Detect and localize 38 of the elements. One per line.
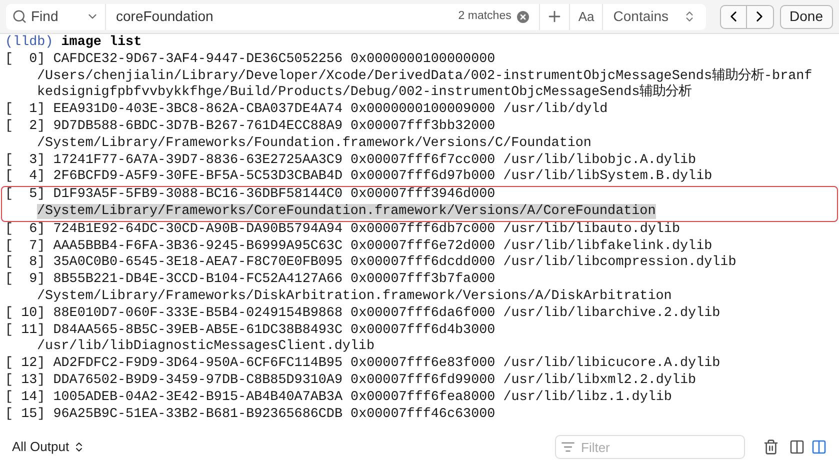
console-line: [ 3] 17241F77-6A7A-39D7-8836-63E2725AA3C9 0x00007fff6f7cc000 /usr/lib/libobjc.A.dylib [5,152,698,169]
console-line: [ 9] 8B55B221-DB4E-3CCD-B104-FC52A4127A66 0x00007fff3b7fa000 [5,272,496,289]
console-line: [ 8] 35A0C0B0-6545-3E18-AEA7-F8C70E0FB095 0x00007fff6dcdd000 /usr/lib/libcompression.dylib [5,255,738,272]
match-type-dropdown[interactable]: Contains [602,4,706,30]
done-button[interactable]: Done [780,4,833,28]
console-line: [ 5] D1F93A5F-5FB9-3088-BC16-36DBF58144C0 0x00007fff3946d000 [5,187,496,204]
console-line: [ 6] 724B1E92-64DC-30CD-A90B-DA90B5794A94 0x00007fff6db7c000 /usr/lib/libauto.dylib [5,222,681,239]
clear-icon[interactable] [515,8,532,24]
console-line: [ 12] AD2FDFC2-F9D9-3D64-950A-6CF6FC114B95 0x00007fff6e83f000 /usr/lib/libicucore.A.dylib [5,356,722,373]
filter-field[interactable]: Filter [555,435,745,459]
console-prompt: (lldb) [5,35,54,50]
console-line: kedsignigfpbfvvbykkfhge/Build/Products/Debug/002-instrumentObjcMessageSends辅助分析 [37,85,692,100]
console-line: [ 11] D84AA565-8B5C-39EB-AB5E-61DC38B8493C 0x00007fff6d4b3000 [5,322,496,339]
filter-icon [561,440,575,454]
match-count: 2 matches [458,8,512,24]
console-line: [ 10] 88E010D7-060F-333E-B5B4-0249154B9868 0x00007fff6da6f000 /usr/lib/libarchive.2.dylib [5,306,722,323]
console-line: /System/Library/Frameworks/DiskArbitration.framework/Versions/A/DiskArbitration [37,288,672,304]
console-line: [ 4] 2F6BCFD9-A5F9-30FE-BF5A-5C53D3CBAB4D 0x00007fff6d97b000 /usr/lib/libSystem.B.dylib [5,169,714,186]
console-line: [ 0] CAFDCE32-9D67-3AF4-9447-DE36C5052256 0x0000000100000000 [5,52,496,69]
split-view-icon[interactable] [811,439,827,455]
trash-icon[interactable] [763,439,779,455]
console-line: [ 1] EEA931D0-403E-3BC8-862A-CBA037DE4A74 0x0000000100009000 /usr/lib/dyld [5,102,609,119]
search-query: coreFoundation [115,7,214,26]
split-view-icon[interactable] [789,439,805,455]
console-line: /usr/lib/libDiagnosticMessagesClient.dylib [37,339,374,354]
search-field[interactable]: Find coreFoundation 2 matches Aa Contains [6,4,706,30]
console-line: [ 2] 9D7DB588-6BDC-3D7B-B267-761D4ECC88A9 0x00007fff3bb32000 [5,118,496,136]
console-line: [ 14] 1005ADEB-04A2-3E42-B915-AB4B40A7AB3A 0x00007fff6fea8000 /usr/lib/libz.1.dylib [5,390,673,407]
search-icon [12,9,27,24]
console-command: image list [61,35,142,50]
find-mode-dropdown[interactable]: Find [6,4,106,30]
console-line: [ 7] AAA5BBB4-F6FA-3B36-9245-B6999A95C63C 0x00007fff6e72d000 /usr/lib/libfakelink.dylib [5,238,714,255]
console-line: [ 15] 96A25B9C-51EA-33B2-B681-B92365686CDB 0x00007fff46c63000 [5,406,496,424]
case-toggle[interactable]: Aa [569,4,602,30]
console-line: [ 13] DDA76502-B9D9-3459-97DB-C8B85D9310A9 0x00007fff6fd99000 /usr/lib/libxml2.2.dylib [5,372,698,390]
console-line: /System/Library/Frameworks/Foundation.framework/Versions/C/Foundation [37,136,592,151]
output-selector[interactable]: All Output [12,437,86,457]
console-line: /Users/chenjialin/Library/Developer/Xcode/DerivedData/002-instrumentObjcMessageSends辅助分析-branf [37,68,812,84]
